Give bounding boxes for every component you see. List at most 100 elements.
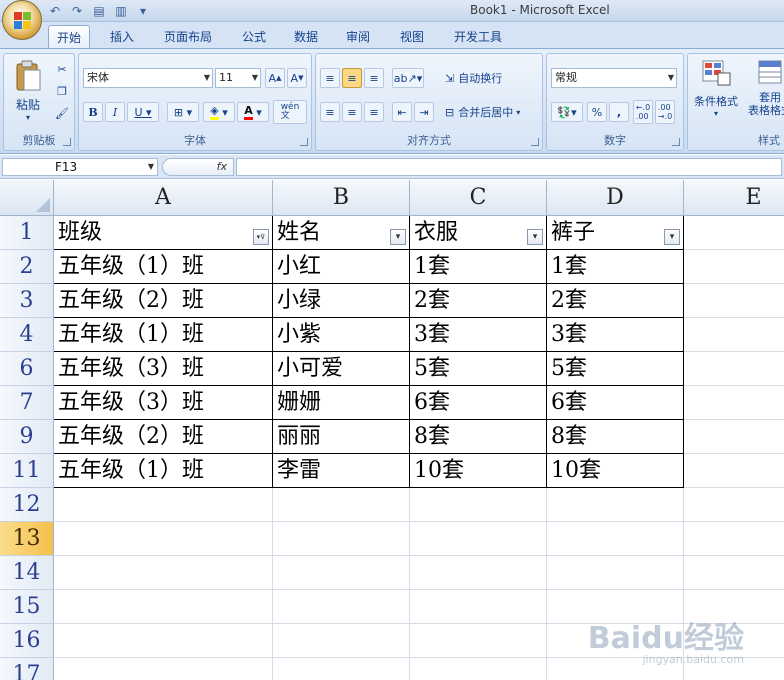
cell-C-1[interactable]: 衣服 ▾ (410, 216, 547, 250)
cell-A-16[interactable] (54, 624, 273, 658)
tab-data[interactable]: 数据 (286, 25, 326, 48)
cell-D-14[interactable] (547, 556, 684, 590)
font-launcher-icon[interactable] (300, 138, 308, 146)
increase-decimal-button[interactable]: ←.0 .00 (633, 100, 653, 124)
cell-B-7[interactable]: 姗姗 (273, 386, 410, 420)
cell-E-1[interactable] (684, 216, 784, 250)
cell-E-3[interactable] (684, 284, 784, 318)
cell-C-7[interactable]: 6套 (410, 386, 547, 420)
cell-C-15[interactable] (410, 590, 547, 624)
cell-D-9[interactable]: 8套 (547, 420, 684, 454)
column-header-A[interactable]: A (54, 180, 273, 216)
align-left-icon[interactable]: ≡ (320, 102, 340, 122)
tab-page-layout[interactable]: 页面布局 (156, 25, 220, 48)
row-header[interactable]: 11 (0, 454, 54, 488)
cell-E-4[interactable] (684, 318, 784, 352)
align-right-icon[interactable]: ≡ (364, 102, 384, 122)
row-header[interactable]: 1 (0, 216, 54, 250)
cell-A-2[interactable]: 五年级（1）班 (54, 250, 273, 284)
decrease-decimal-button[interactable]: .00 →.0 (655, 100, 675, 124)
cell-B-1[interactable]: 姓名 ▾ (273, 216, 410, 250)
bold-button[interactable]: B (83, 102, 103, 122)
tab-formulas[interactable]: 公式 (234, 25, 274, 48)
wrap-text-button[interactable]: ⇲ 自动换行 (444, 68, 524, 88)
customize-qat-icon[interactable]: ▾ (134, 3, 152, 19)
cell-C-2[interactable]: 1套 (410, 250, 547, 284)
clipboard-launcher-icon[interactable] (63, 138, 71, 146)
format-as-table-button[interactable]: 套用 表格格式 (744, 58, 784, 130)
office-button[interactable] (2, 0, 42, 40)
font-color-button[interactable]: A ▾ (237, 102, 269, 122)
cell-C-9[interactable]: 8套 (410, 420, 547, 454)
cell-A-1[interactable]: 班级 ▾⊽ (54, 216, 273, 250)
paste-button[interactable]: 粘贴 ▾ (8, 58, 48, 124)
row-header[interactable]: 13 (0, 522, 54, 556)
row-header[interactable]: 7 (0, 386, 54, 420)
filter-active-icon[interactable]: ▾⊽ (253, 229, 269, 245)
row-header[interactable]: 4 (0, 318, 54, 352)
cell-A-12[interactable] (54, 488, 273, 522)
tab-insert[interactable]: 插入 (102, 25, 142, 48)
cell-D-11[interactable]: 10套 (547, 454, 684, 488)
cell-B-6[interactable]: 小可爱 (273, 352, 410, 386)
cell-B-12[interactable] (273, 488, 410, 522)
cell-C-14[interactable] (410, 556, 547, 590)
cell-A-17[interactable] (54, 658, 273, 680)
select-all-button[interactable] (0, 180, 54, 216)
cell-C-13[interactable] (410, 522, 547, 556)
align-center-icon[interactable]: ≡ (342, 102, 362, 122)
font-size-combo[interactable]: 11 ▼ (215, 68, 261, 88)
cell-C-17[interactable] (410, 658, 547, 680)
column-header-D[interactable]: D (547, 180, 684, 216)
cell-D-7[interactable]: 6套 (547, 386, 684, 420)
worksheet-grid[interactable]: A B C D E 1 班级 ▾⊽ 姓名 ▾ 衣服 ▾ 裤子 ▾ 2 五年级（1）班 小红 1套 1套 3 五年级（2）… (0, 180, 784, 680)
row-header[interactable]: 2 (0, 250, 54, 284)
cell-A-14[interactable] (54, 556, 273, 590)
number-launcher-icon[interactable] (672, 138, 680, 146)
grow-font-button[interactable]: A ▲ (265, 68, 285, 88)
column-header-E[interactable]: E (684, 180, 784, 216)
cell-A-7[interactable]: 五年级（3）班 (54, 386, 273, 420)
name-box[interactable]: F13 ▼ (2, 158, 158, 176)
currency-button[interactable]: 💱 ▾ (551, 102, 583, 122)
cell-D-4[interactable]: 3套 (547, 318, 684, 352)
borders-button[interactable]: ⊞ ▾ (167, 102, 199, 122)
cell-A-3[interactable]: 五年级（2）班 (54, 284, 273, 318)
tab-home[interactable]: 开始 (48, 25, 91, 48)
cell-E-13[interactable] (684, 522, 784, 556)
cell-C-11[interactable]: 10套 (410, 454, 547, 488)
cell-A-13[interactable] (54, 522, 273, 556)
print-preview-icon[interactable]: ▥ (112, 3, 130, 19)
cell-B-16[interactable] (273, 624, 410, 658)
phonetic-guide-button[interactable]: wén 文 (273, 100, 307, 124)
column-header-C[interactable]: C (410, 180, 547, 216)
cell-B-14[interactable] (273, 556, 410, 590)
cell-E-6[interactable] (684, 352, 784, 386)
cell-B-9[interactable]: 丽丽 (273, 420, 410, 454)
row-header[interactable]: 3 (0, 284, 54, 318)
cut-icon[interactable]: ✂ (52, 60, 72, 78)
cell-E-9[interactable] (684, 420, 784, 454)
cell-C-12[interactable] (410, 488, 547, 522)
filter-dropdown-icon[interactable]: ▾ (664, 229, 680, 245)
cell-A-6[interactable]: 五年级（3）班 (54, 352, 273, 386)
cell-E-11[interactable] (684, 454, 784, 488)
print-icon[interactable]: ▤ (90, 3, 108, 19)
alignment-launcher-icon[interactable] (531, 138, 539, 146)
cell-A-9[interactable]: 五年级（2）班 (54, 420, 273, 454)
tab-developer[interactable]: 开发工具 (446, 25, 510, 48)
tab-view[interactable]: 视图 (392, 25, 432, 48)
cell-D-1[interactable]: 裤子 ▾ (547, 216, 684, 250)
row-header[interactable]: 17 (0, 658, 54, 680)
orientation-button[interactable]: ab↗ ▾ (392, 68, 424, 88)
redo-icon[interactable]: ↷ (68, 3, 86, 19)
conditional-format-button[interactable]: 条件格式 ▾ (690, 58, 742, 130)
fill-color-button[interactable]: ◈ ▾ (203, 102, 235, 122)
filter-dropdown-icon[interactable]: ▾ (390, 229, 406, 245)
copy-icon[interactable]: ❐ (52, 82, 72, 100)
increase-indent-icon[interactable]: ⇥ (414, 102, 434, 122)
cell-B-17[interactable] (273, 658, 410, 680)
row-header[interactable]: 15 (0, 590, 54, 624)
top-align-icon[interactable]: ≡ (320, 68, 340, 88)
cell-A-11[interactable]: 五年级（1）班 (54, 454, 273, 488)
